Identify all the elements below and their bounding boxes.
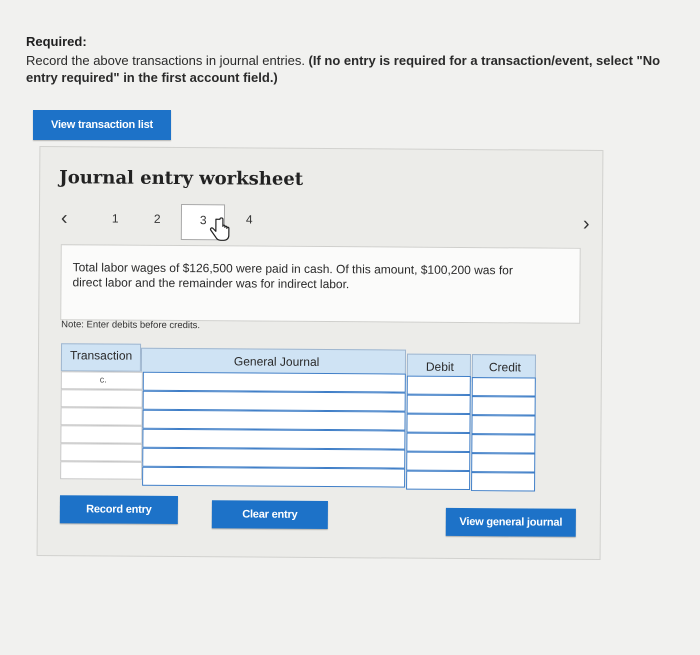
transaction-description: Total labor wages of $126,500 were paid …	[72, 260, 513, 292]
transaction-cell	[60, 461, 143, 480]
transaction-description-box: Total labor wages of $126,500 were paid …	[60, 244, 581, 324]
page-3-label: 3	[199, 213, 207, 228]
debit-input[interactable]	[406, 451, 471, 472]
transaction-cell	[60, 389, 143, 408]
page-1[interactable]: 1	[112, 212, 119, 226]
debit-input[interactable]	[406, 394, 471, 415]
debit-input[interactable]	[406, 432, 471, 453]
credit-input[interactable]	[471, 377, 536, 397]
account-select[interactable]	[142, 409, 406, 431]
view-general-journal-button[interactable]: View general journal	[445, 507, 576, 537]
credit-input[interactable]	[471, 396, 536, 416]
chevron-left-icon[interactable]: ‹	[61, 207, 68, 230]
account-select[interactable]	[142, 390, 406, 412]
account-select[interactable]	[142, 428, 406, 450]
worksheet-pager: ‹ 1 2 3 4 ›	[40, 203, 600, 241]
transaction-cell	[60, 407, 143, 426]
account-select[interactable]	[142, 466, 406, 488]
journal-entry-worksheet: Journal entry worksheet ‹ 1 2 3 4 › Tota…	[36, 146, 604, 560]
journal-table: Transaction General Journal Debit Credit…	[60, 343, 536, 492]
entry-note: Note: Enter debits before credits.	[61, 319, 201, 332]
chevron-right-icon[interactable]: ›	[583, 213, 590, 236]
credit-input[interactable]	[471, 415, 536, 435]
transaction-cell: c.	[60, 371, 143, 390]
instruction-text: Record the above transactions in journal…	[26, 53, 309, 68]
worksheet-title: Journal entry worksheet	[59, 167, 304, 190]
hand-cursor-icon	[209, 217, 230, 241]
credit-input[interactable]	[471, 453, 536, 473]
transaction-label: c.	[99, 374, 107, 385]
account-select[interactable]	[142, 447, 406, 469]
debit-input[interactable]	[406, 413, 471, 434]
required-heading: Required:	[26, 34, 87, 49]
debit-input[interactable]	[406, 470, 471, 491]
transaction-cell	[60, 443, 143, 462]
page-2[interactable]: 2	[154, 212, 161, 226]
transaction-cell	[60, 425, 143, 444]
instruction-note: (If no entry is required for a transacti…	[308, 53, 661, 68]
clear-entry-button[interactable]: Clear entry	[211, 500, 328, 530]
account-select[interactable]	[142, 371, 406, 393]
credit-input[interactable]	[471, 472, 536, 492]
required-instructions: Record the above transactions in journal…	[26, 52, 700, 86]
credit-input[interactable]	[471, 434, 536, 454]
view-transaction-list-button[interactable]: View transaction list	[33, 110, 171, 140]
instruction-note-cont: entry required" in the first account fie…	[26, 70, 278, 85]
page-4[interactable]: 4	[246, 212, 253, 226]
transaction-header: Transaction	[60, 343, 142, 372]
debit-input[interactable]	[406, 375, 471, 396]
record-entry-button[interactable]: Record entry	[59, 495, 178, 525]
